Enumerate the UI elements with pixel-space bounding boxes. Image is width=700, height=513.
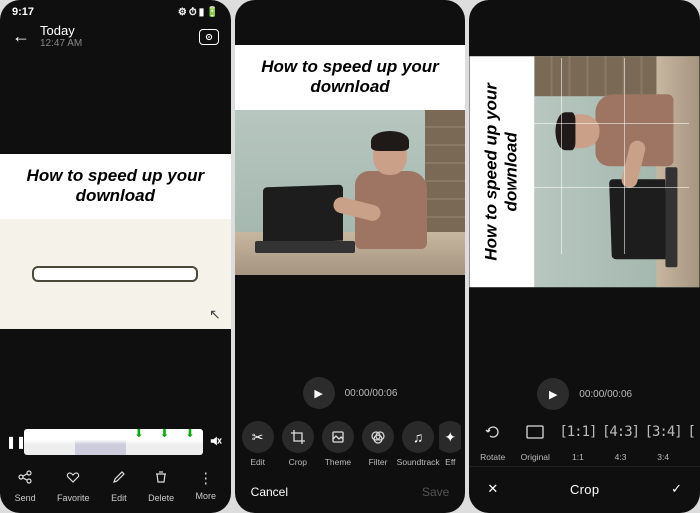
header-subtitle: 12:47 AM [40, 38, 82, 49]
timer-icon: ⏱ [189, 7, 197, 18]
close-button[interactable]: ✕ [487, 481, 498, 497]
playback-time: 00:00/00:06 [579, 389, 632, 400]
delete-button[interactable]: Delete [148, 469, 174, 503]
send-label: Send [15, 493, 36, 503]
share-icon [17, 469, 33, 489]
scissors-icon: ✂ [242, 421, 274, 453]
more-label: More [195, 491, 216, 501]
editor-preview[interactable]: How to speed up your download [235, 45, 466, 275]
progress-bar-graphic [32, 266, 198, 282]
video-frame [235, 110, 466, 275]
video-title-card: How to speed up your download [235, 45, 466, 110]
more-button[interactable]: ⋮ More [195, 469, 216, 503]
more-icon: ⋮ [198, 469, 213, 487]
tool-filter[interactable]: Filter [359, 421, 397, 467]
mute-button[interactable] [207, 434, 225, 451]
lens-icon[interactable] [199, 29, 219, 45]
edit-button[interactable]: Edit [111, 469, 127, 503]
favorite-label: Favorite [57, 493, 90, 503]
ratio-4-3-icon: [4:3] [605, 416, 637, 448]
playback-row: ▶ 00:00/00:06 [469, 368, 700, 410]
tool-edit[interactable]: ✂ Edit [239, 421, 277, 467]
tool-1-1[interactable]: [1:1] 1:1 [557, 416, 600, 462]
play-button[interactable]: ▶ [537, 378, 569, 410]
tool-soundtrack[interactable]: ♫ Soundtrack [399, 421, 437, 467]
bottom-actions: Send Favorite Edit Delete ⋮ More [0, 459, 231, 513]
status-time: 9:17 [12, 6, 34, 18]
battery-icon: 🔋 [206, 7, 218, 18]
pencil-icon [111, 469, 127, 489]
screen-editor: How to speed up your download ▶ 00:00/00… [235, 0, 466, 513]
trash-icon [153, 469, 169, 489]
media-viewport[interactable]: How to speed up your download ↖ [0, 57, 231, 425]
favorite-button[interactable]: Favorite [57, 469, 90, 503]
tool-crop[interactable]: Crop [279, 421, 317, 467]
video-title-card: How to speed up your download [0, 154, 231, 219]
crop-preview[interactable]: How to speed up your download [469, 0, 700, 368]
editor-tools: ✂ Edit Crop Theme Filter ♫ Soundtrack ✦ [235, 409, 466, 473]
editor-bottom-bar: Cancel Save [235, 473, 466, 513]
status-bar: 9:17 ⚙ ⏱ ▮ 🔋 [0, 0, 231, 20]
crop-tools: Rotate Original [1:1] 1:1 [4:3] 4:3 [3:4… [469, 410, 700, 466]
theme-icon [322, 421, 354, 453]
playback-row: ▶ 00:00/00:06 [235, 367, 466, 409]
header-title: Today [40, 24, 82, 38]
timeline-row: ❚❚ ⬇⬇⬇ [0, 425, 231, 459]
original-icon [519, 416, 551, 448]
gallery-header: ← Today 12:47 AM [0, 20, 231, 57]
play-pause-button[interactable]: ❚❚ [6, 435, 20, 449]
signal-icon: ▮ [199, 7, 205, 18]
rotate-icon [477, 416, 509, 448]
video-frame-progress: ↖ [0, 219, 231, 329]
crop-icon [282, 421, 314, 453]
play-button[interactable]: ▶ [303, 377, 335, 409]
ratio-3-4-icon: [3:4] [647, 416, 679, 448]
music-icon: ♫ [402, 421, 434, 453]
screen-crop: How to speed up your download ▶ 00:00/00… [469, 0, 700, 513]
tool-3-4[interactable]: [3:4] 3:4 [642, 416, 685, 462]
tool-rotate[interactable]: Rotate [471, 416, 514, 462]
settings-icon: ⚙ [178, 7, 187, 18]
header-text: Today 12:47 AM [40, 24, 82, 49]
video-title-card: How to speed up your download [470, 57, 535, 288]
heart-icon [65, 469, 81, 489]
confirm-button[interactable]: ✓ [671, 481, 682, 497]
crop-title: Crop [570, 482, 599, 497]
video-frame [535, 57, 700, 288]
save-button[interactable]: Save [422, 485, 449, 499]
tool-4-3[interactable]: [4:3] 4:3 [599, 416, 642, 462]
delete-label: Delete [148, 493, 174, 503]
playback-time: 00:00/00:06 [345, 388, 398, 399]
ratio-1-1-icon: [1:1] [562, 416, 594, 448]
filter-icon [362, 421, 394, 453]
timeline-thumbnails[interactable]: ⬇⬇⬇ [24, 429, 203, 455]
send-button[interactable]: Send [15, 469, 36, 503]
crop-bottom-bar: ✕ Crop ✓ [469, 466, 700, 513]
edit-label: Edit [111, 493, 127, 503]
cursor-icon: ↖ [209, 306, 221, 323]
back-icon[interactable]: ← [12, 26, 30, 47]
tool-effect[interactable]: ✦ Eff [439, 421, 461, 467]
effect-icon: ✦ [439, 421, 461, 453]
tool-original[interactable]: Original [514, 416, 557, 462]
tool-more-ratio[interactable]: [ [684, 416, 698, 462]
tool-theme[interactable]: Theme [319, 421, 357, 467]
cancel-button[interactable]: Cancel [251, 485, 288, 499]
status-icons: ⚙ ⏱ ▮ 🔋 [178, 7, 219, 18]
ratio-more-icon: [ [684, 416, 698, 448]
screen-gallery: 9:17 ⚙ ⏱ ▮ 🔋 ← Today 12:47 AM How to spe… [0, 0, 231, 513]
